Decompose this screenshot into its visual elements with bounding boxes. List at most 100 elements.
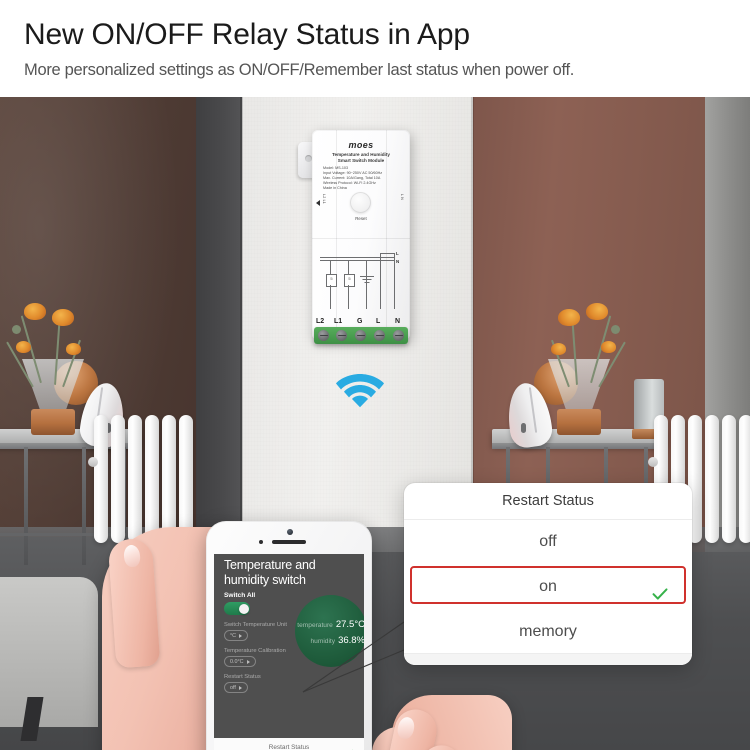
flower-bud: [611, 325, 620, 334]
flower-bloom: [66, 343, 81, 355]
gauge-humidity-label: humidity: [310, 638, 336, 645]
setting-label-restart-status: Restart Status: [224, 674, 261, 680]
terminal-label-n: N: [395, 318, 401, 325]
phone-screen[interactable]: Temperature and humidity switch temperat…: [214, 554, 364, 750]
terminal-label-l: L: [376, 318, 381, 325]
diagram-wire: [380, 253, 381, 309]
terminal-screw[interactable]: [318, 330, 329, 341]
brand-logo: moes: [348, 140, 374, 150]
device-specs: Model: MS-103 Input Voltage: 90~250V AC …: [323, 166, 405, 191]
dialog-title: Restart Status: [404, 483, 692, 520]
diagram-wire: [366, 286, 367, 309]
mount-screw-hole: [305, 155, 312, 162]
radiator-fin: [145, 415, 159, 543]
flower-bloom: [16, 341, 31, 353]
fuse-symbol: 5: [344, 274, 355, 287]
fuse-symbol: 5: [326, 274, 337, 287]
terminal-screw[interactable]: [336, 330, 347, 341]
toggle-knob: [238, 603, 249, 614]
chevron-right-icon: [239, 633, 243, 638]
gauge-temperature-row: temperature 27.5°C: [295, 619, 364, 630]
terminal-screw[interactable]: [393, 330, 404, 341]
radiator-fin: [739, 415, 750, 543]
flower-bloom: [586, 303, 608, 320]
flower-bloom: [601, 341, 616, 353]
fuse-value: 5: [348, 276, 351, 281]
radiator-fin: [128, 415, 142, 543]
ground-symbol-icon: [360, 276, 374, 286]
spec-origin: Made in China: [323, 185, 347, 190]
earpiece-speaker: [272, 540, 306, 544]
smart-switch-module: moes Temperature and Humidity Smart Swit…: [298, 130, 410, 344]
radiator-fin: [705, 415, 719, 543]
nightstand-leg: [82, 447, 86, 565]
setting-value-temp-unit[interactable]: °C: [224, 630, 249, 641]
radiator-fin: [179, 415, 193, 543]
gauge-temperature-value: 27.5°C: [335, 619, 364, 630]
indicator-arrow-icon: [316, 200, 320, 206]
diagram-wire: [394, 253, 395, 309]
temp-unit-value: °C: [230, 632, 237, 639]
wifi-icon: [336, 370, 384, 408]
switch-all-toggle[interactable]: [224, 602, 250, 615]
setting-label-temp-unit: Switch Temperature Unit: [224, 622, 288, 628]
gauge-humidity-value: 36.8%: [338, 635, 364, 646]
reset-button[interactable]: [350, 192, 371, 213]
radiator-fin: [162, 415, 176, 543]
side-label-right: L N: [400, 194, 404, 201]
page-subtitle: More personalized settings as ON/OFF/Rem…: [24, 61, 575, 79]
terminal-screw[interactable]: [355, 330, 366, 341]
terminal-label-g: G: [357, 318, 363, 325]
diagram-label-neutral: N: [396, 259, 400, 264]
restart-status-value: off: [230, 684, 236, 691]
radiator-fin: [94, 415, 108, 543]
diagram-busbar: [320, 257, 394, 258]
chevron-right-icon: [246, 659, 250, 664]
dialog-option-off[interactable]: off: [404, 519, 692, 564]
side-label-left: L2 L1: [322, 194, 326, 204]
flower-vase-right: [544, 303, 626, 437]
flower-bloom: [558, 309, 580, 326]
radiator-fin: [722, 415, 736, 543]
terminal-label-l1: L1: [334, 318, 343, 325]
dialog-option-memory[interactable]: memory: [404, 609, 692, 654]
reset-label: Reset: [355, 216, 367, 221]
header-banner: New ON/OFF Relay Status in App More pers…: [0, 0, 750, 97]
fuse-value: 5: [330, 276, 333, 281]
check-icon: [345, 744, 353, 750]
action-sheet: Restart Status off on memory cancel: [214, 738, 364, 750]
temperature-humidity-gauge: temperature 27.5°C humidity 36.8%: [295, 595, 364, 667]
flower-bloom: [52, 309, 74, 326]
radiator-fin: [111, 415, 125, 543]
diagram-label-live: L: [396, 251, 399, 256]
setting-label-calibration: Temperature Calibration: [224, 648, 286, 654]
flower-vase-left: [6, 303, 88, 437]
app-page-title: Temperature and humidity switch: [224, 558, 316, 587]
terminal-screw[interactable]: [374, 330, 385, 341]
flower-bloom: [24, 303, 46, 320]
product-marketing-image: New ON/OFF Relay Status in App More pers…: [0, 0, 750, 750]
restart-status-dialog: Restart Status off on memory: [404, 483, 692, 665]
chevron-right-icon: [238, 685, 242, 690]
page-title: New ON/OFF Relay Status in App: [24, 18, 470, 51]
gauge-humidity-row: humidity 36.8%: [295, 635, 365, 646]
dialog-option-on-selected[interactable]: on: [410, 566, 686, 604]
nightstand-leg: [24, 447, 28, 565]
lamp-knob: [521, 423, 526, 433]
proximity-sensor-icon: [259, 540, 263, 544]
flower-bloom: [551, 343, 566, 355]
radiator-valve-right: [648, 457, 658, 467]
dialog-footer: [404, 653, 692, 665]
device-title: Temperature and Humidity Smart Switch Mo…: [312, 152, 410, 164]
bed-corner: [0, 577, 98, 727]
vase-copper-band: [31, 409, 75, 435]
setting-value-calibration[interactable]: 0.0°C: [224, 656, 256, 667]
vase-copper-band: [557, 409, 601, 435]
check-icon: [652, 579, 668, 600]
radiator-left: [94, 415, 193, 543]
diagram-wire: [348, 285, 349, 309]
device-title-line2: Smart Switch Module: [337, 157, 385, 163]
setting-value-restart-status[interactable]: off: [224, 682, 248, 693]
diagram-wire: [380, 253, 394, 254]
diagram-wire: [348, 260, 349, 275]
